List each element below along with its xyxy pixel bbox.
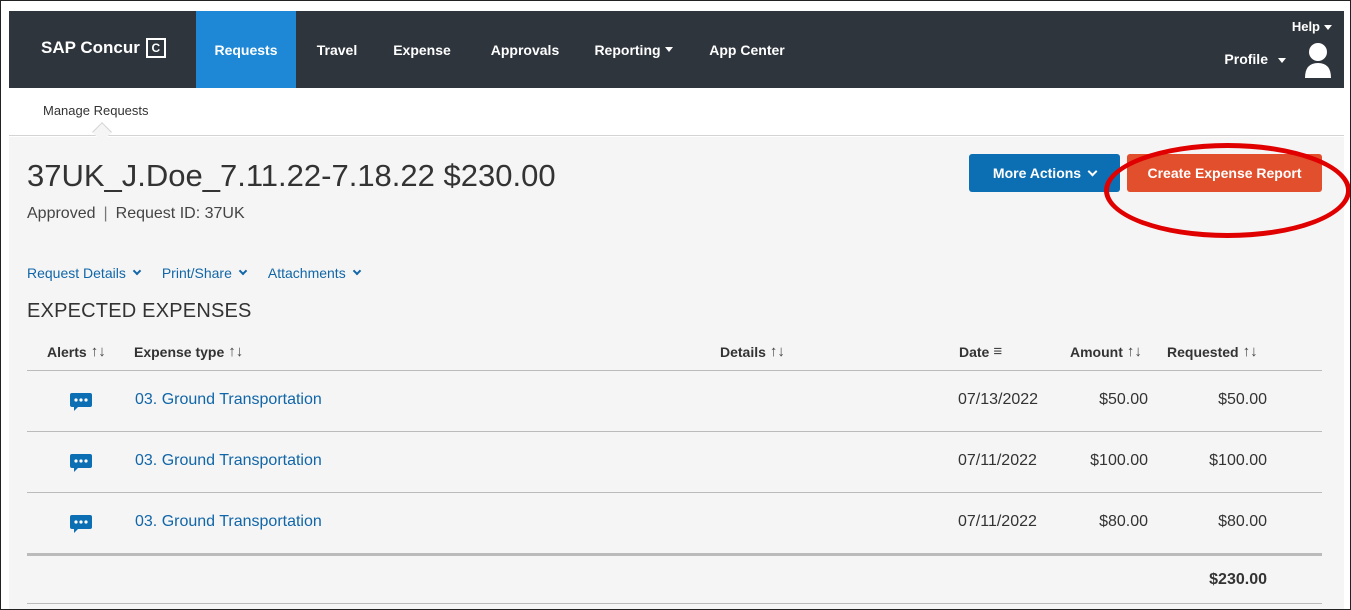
col-alerts-label: Alerts (47, 343, 87, 360)
more-actions-label: More Actions (992, 165, 1082, 181)
col-amount[interactable]: Amount ↑↓ (1070, 343, 1142, 360)
request-status: Approved (27, 205, 96, 222)
col-requested-label: Requested (1167, 343, 1239, 360)
chat-bubble-icon[interactable] (70, 393, 92, 411)
total-row: $230.00 (27, 554, 1322, 604)
amount-cell: $100.00 (1090, 452, 1148, 469)
caret-down-icon (1278, 57, 1286, 63)
request-id: Request ID: 37UK (115, 205, 245, 222)
create-expense-report-button[interactable]: Create Expense Report (1127, 154, 1322, 192)
date-cell: 07/11/2022 (958, 452, 1037, 469)
nav-approvals-label: Approvals (490, 41, 560, 58)
create-expense-report-label: Create Expense Report (1147, 165, 1302, 181)
main-content: 37UK_J.Doe_7.11.22-7.18.22 $230.00 Appro… (9, 137, 1350, 609)
caret-down-icon (664, 47, 673, 52)
print-share-link[interactable]: Print/Share (161, 265, 248, 281)
chevron-down-icon (132, 266, 142, 276)
col-expense-type-label: Expense type (134, 343, 225, 360)
sub-nav-bar: Manage Requests (9, 88, 1344, 142)
nav-expense[interactable]: Expense (382, 11, 462, 88)
col-alerts[interactable]: Alerts ↑↓ (47, 343, 106, 360)
requested-cell: $80.00 (1218, 513, 1267, 530)
date-cell: 07/13/2022 (958, 391, 1039, 408)
nav-reporting[interactable]: Reporting (586, 11, 681, 88)
sort-arrows-icon: ↑↓ (1126, 343, 1142, 360)
chat-bubble-icon[interactable] (70, 454, 92, 472)
amount-cell: $50.00 (1099, 391, 1148, 408)
brand-name: SAP Concur (41, 38, 140, 57)
profile-label: Profile (1224, 51, 1268, 67)
expense-type-link[interactable]: 03. Ground Transportation (135, 391, 322, 409)
help-menu[interactable]: Help (1292, 19, 1332, 34)
col-date[interactable]: Date ≡ (959, 343, 1002, 360)
table-row[interactable]: 03. Ground Transportation 07/11/2022 $10… (27, 432, 1322, 493)
col-date-label: Date (959, 343, 990, 360)
col-details[interactable]: Details ↑↓ (720, 343, 785, 360)
col-amount-label: Amount (1070, 343, 1123, 360)
chevron-down-icon (352, 266, 361, 276)
requested-cell: $50.00 (1218, 391, 1267, 408)
nav-approvals[interactable]: Approvals (475, 11, 575, 88)
col-expense-type[interactable]: Expense type ↑↓ (134, 343, 243, 360)
nav-app-center-label: App Center (709, 41, 785, 58)
date-cell: 07/11/2022 (958, 513, 1037, 530)
attachments-label: Attachments (267, 265, 346, 281)
sort-arrows-icon: ↑↓ (90, 343, 106, 360)
chat-bubble-icon[interactable] (70, 515, 92, 533)
concur-c-logo-icon: C (145, 38, 166, 58)
requested-cell: $100.00 (1209, 452, 1267, 469)
table-row[interactable]: 03. Ground Transportation 07/13/2022 $50… (27, 371, 1322, 432)
top-nav-bar: SAP Concur C Requests Travel Expense App… (9, 11, 1344, 88)
request-subtitle: Approved | Request ID: 37UK (27, 205, 245, 223)
help-label: Help (1291, 19, 1320, 34)
nav-app-center[interactable]: App Center (697, 11, 797, 88)
request-details-label: Request Details (27, 265, 126, 281)
attachments-link[interactable]: Attachments (267, 265, 361, 281)
request-links: Request Details Print/Share Attachments (27, 265, 361, 281)
nav-reporting-label: Reporting (594, 41, 661, 58)
table-header: Alerts ↑↓ Expense type ↑↓ Details ↑↓ Dat… (27, 337, 1322, 371)
print-share-label: Print/Share (161, 265, 232, 281)
user-avatar-icon[interactable] (1304, 42, 1332, 80)
screenshot-frame: SAP Concur C Requests Travel Expense App… (0, 0, 1351, 610)
nav-travel[interactable]: Travel (302, 11, 372, 88)
chevron-down-icon (1087, 166, 1098, 176)
section-title: EXPECTED EXPENSES (27, 300, 252, 322)
filter-lines-icon: ≡ (993, 343, 1003, 360)
amount-cell: $80.00 (1099, 513, 1148, 530)
nav-travel-label: Travel (316, 41, 358, 58)
total-requested: $230.00 (1209, 571, 1267, 588)
sort-arrows-icon: ↑↓ (769, 343, 785, 360)
sort-arrows-icon: ↑↓ (228, 343, 244, 360)
chevron-down-icon (238, 266, 248, 276)
nav-requests-label: Requests (214, 41, 278, 58)
request-title: 37UK_J.Doe_7.11.22-7.18.22 $230.00 (27, 158, 556, 193)
nav-requests[interactable]: Requests (196, 11, 296, 88)
nav-expense-label: Expense (393, 41, 451, 58)
caret-down-icon (1324, 25, 1332, 31)
expense-type-link[interactable]: 03. Ground Transportation (135, 452, 322, 470)
brand[interactable]: SAP Concur C (41, 38, 166, 58)
sort-arrows-icon: ↑↓ (1242, 343, 1258, 360)
profile-menu[interactable]: Profile (1224, 51, 1286, 67)
expense-type-link[interactable]: 03. Ground Transportation (135, 513, 322, 531)
subnav-manage-requests[interactable]: Manage Requests (43, 103, 149, 118)
col-details-label: Details (720, 343, 766, 360)
separator: | (103, 205, 108, 222)
table-row[interactable]: 03. Ground Transportation 07/11/2022 $80… (27, 493, 1322, 554)
request-details-link[interactable]: Request Details (27, 265, 142, 281)
col-requested[interactable]: Requested ↑↓ (1167, 343, 1258, 360)
more-actions-button[interactable]: More Actions (969, 154, 1120, 192)
